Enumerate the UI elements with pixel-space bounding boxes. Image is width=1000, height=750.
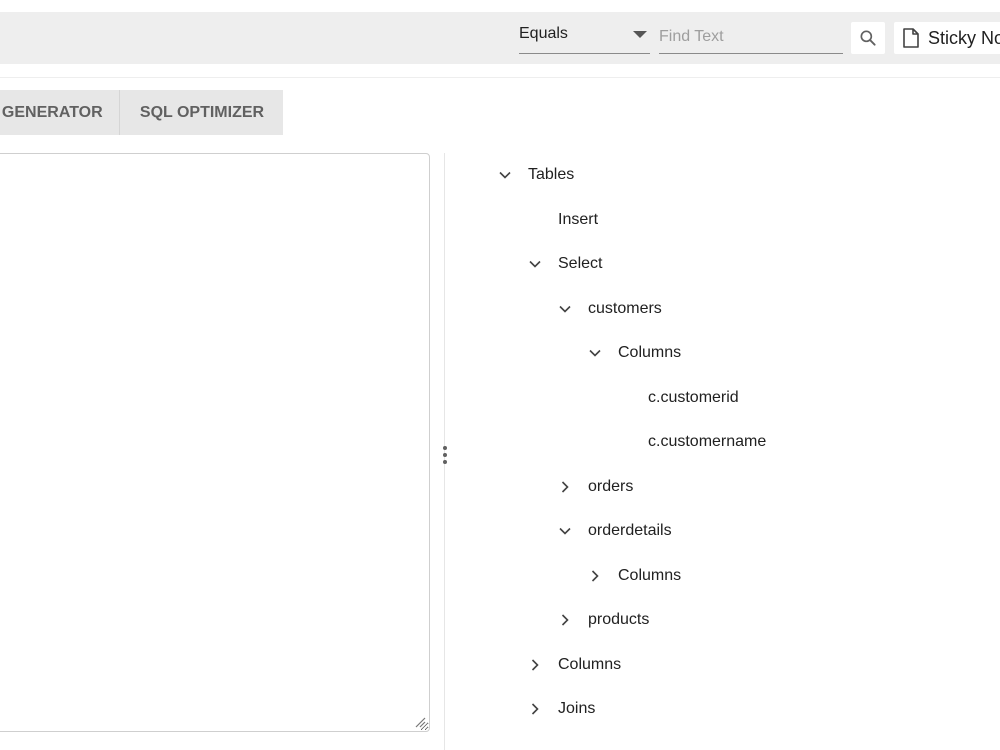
- tree-node-label: Insert: [558, 211, 599, 228]
- tab-sql-optimizer[interactable]: SQL OPTIMIZER: [121, 90, 283, 135]
- tree-node-label: Select: [558, 255, 603, 272]
- chevron-down-icon: [589, 349, 601, 357]
- chevron-right-icon: [531, 703, 539, 715]
- match-mode-value: Equals: [519, 25, 568, 42]
- tree-node-label: c.customerid: [648, 389, 739, 406]
- chevron-down-icon: [529, 260, 541, 268]
- search-button[interactable]: [851, 22, 885, 54]
- chevron-down-icon: [559, 305, 571, 313]
- tab-sql-generator[interactable]: L GENERATOR: [0, 90, 120, 135]
- chevron-down-icon: [499, 171, 511, 179]
- top-toolbar: [0, 12, 1000, 64]
- tree-node-label: Joins: [558, 700, 596, 717]
- tree-node-label: Tables: [528, 166, 575, 183]
- toolbar-divider: [0, 77, 1000, 78]
- search-icon: [860, 30, 876, 46]
- document-icon: [903, 28, 919, 48]
- chevron-down-icon: [559, 527, 571, 535]
- tree-node-label: Columns: [558, 656, 622, 673]
- tree-node-label: customers: [588, 300, 662, 317]
- drag-handle-icon[interactable]: [440, 444, 450, 466]
- caret-down-icon: [633, 31, 647, 38]
- tree-node-label: Columns: [618, 567, 682, 584]
- tree-node-label: c.customername: [648, 433, 767, 450]
- chevron-right-icon: [561, 481, 569, 493]
- chevron-right-icon: [591, 570, 599, 582]
- sticky-notes-label: Sticky No: [928, 28, 1000, 48]
- sql-editor[interactable]: [0, 153, 430, 732]
- sticky-notes-button[interactable]: Sticky No: [894, 22, 1000, 54]
- chevron-right-icon: [531, 659, 539, 671]
- match-mode-select[interactable]: Equals: [519, 20, 650, 54]
- tree-node-label: Columns: [618, 344, 682, 361]
- tree-node-label: orderdetails: [588, 522, 672, 539]
- tab-bar: L GENERATOR SQL OPTIMIZER: [0, 90, 283, 135]
- chevron-right-icon: [561, 614, 569, 626]
- tree-node-label: products: [588, 611, 650, 628]
- find-text-input[interactable]: [659, 20, 843, 54]
- tree-node-label: orders: [588, 478, 634, 495]
